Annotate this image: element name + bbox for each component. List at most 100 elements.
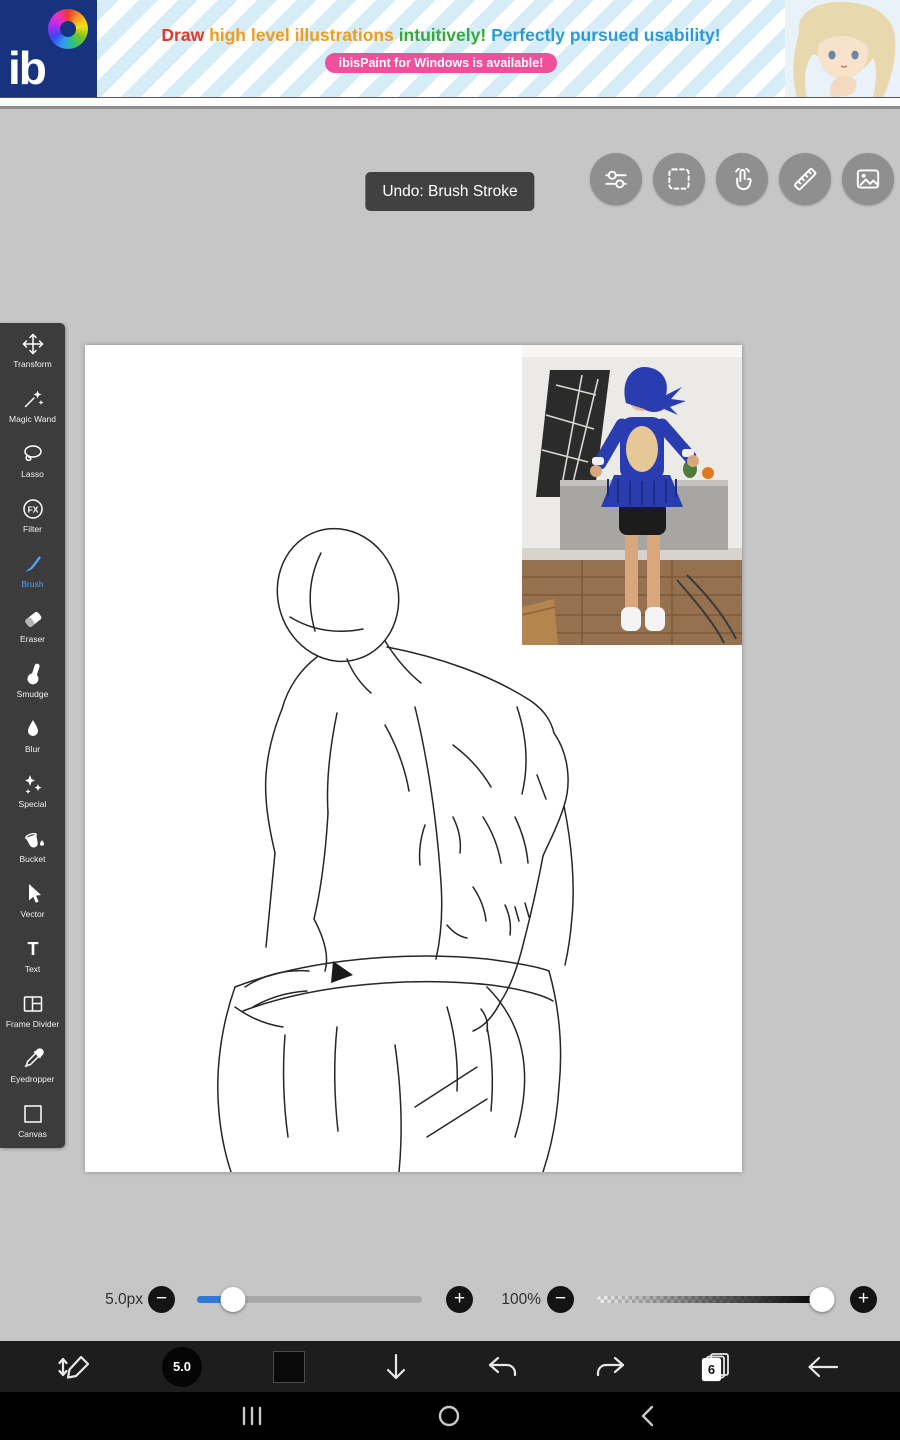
drawing-canvas[interactable] <box>85 345 742 1172</box>
ad-copy: Draw high level illustrations intuitivel… <box>97 0 785 97</box>
tool-special[interactable]: Special <box>0 763 65 818</box>
sparkles-icon <box>24 775 42 794</box>
tool-label: Frame Divider <box>5 1019 60 1029</box>
android-nav-bar <box>0 1392 900 1440</box>
ad-banner[interactable]: ib Draw high level illustrations intuiti… <box>0 0 900 98</box>
tool-sidebar: Transform Magic Wand Lasso FX Filter Bru… <box>0 323 65 1148</box>
magic-wand-icon <box>24 390 43 408</box>
headline-part: Draw <box>161 24 210 45</box>
text-icon: T <box>27 939 38 959</box>
brush-size-number: 5.0 <box>172 1359 192 1374</box>
tool-label: Eraser <box>19 634 46 644</box>
logo-text: ib <box>8 42 47 94</box>
material-button[interactable] <box>842 153 894 205</box>
blur-drop-icon <box>27 720 38 736</box>
brush-size-slider-thumb[interactable] <box>220 1287 246 1312</box>
transform-icon <box>22 333 43 355</box>
tool-magic-wand[interactable]: Magic Wand <box>0 378 65 433</box>
tool-label: Canvas <box>18 1129 47 1139</box>
left-arrow-icon <box>808 1356 839 1377</box>
brush-size-slider[interactable] <box>197 1287 422 1312</box>
tool-eraser[interactable]: Eraser <box>0 598 65 653</box>
tool-label: Lasso <box>21 469 44 479</box>
tool-label: Vector <box>20 909 45 919</box>
brush-size-preview: 5.0 <box>162 1346 202 1387</box>
tool-smudge[interactable]: Smudge <box>0 653 65 708</box>
tool-label: Blur <box>24 744 41 754</box>
tool-label: Brush <box>21 579 44 589</box>
undo-button[interactable] <box>486 1341 520 1392</box>
palette-icon <box>48 9 88 49</box>
tool-filter[interactable]: FX Filter <box>0 488 65 543</box>
current-color-swatch <box>273 1350 305 1383</box>
brush-size-value-label: 5.0px <box>105 1291 143 1308</box>
brush-size-decrease-button[interactable]: − <box>148 1286 175 1313</box>
undo-toast: Undo: Brush Stroke <box>365 172 535 211</box>
svg-text:FX: FX <box>27 505 38 515</box>
tool-label: Text <box>24 964 41 974</box>
ibispaint-app: ib Draw high level illustrations intuiti… <box>0 0 900 1440</box>
collapse-panel-button[interactable] <box>381 1341 411 1392</box>
tool-label: Special <box>18 799 47 809</box>
marquee-select-icon <box>668 168 690 190</box>
color-picker-button[interactable] <box>273 1341 305 1392</box>
opacity-slider[interactable] <box>597 1287 835 1312</box>
nav-back-button[interactable] <box>639 1392 655 1440</box>
recents-icon <box>242 1406 262 1426</box>
headline-part: intuitively! <box>398 24 492 45</box>
tool-bucket[interactable]: Bucket <box>0 818 65 873</box>
svg-text:6: 6 <box>708 1362 715 1377</box>
redo-button[interactable] <box>593 1341 627 1392</box>
tool-canvas[interactable]: Canvas <box>0 1093 65 1148</box>
tool-lasso[interactable]: Lasso <box>0 433 65 488</box>
ibispaint-logo[interactable]: ib <box>0 0 97 97</box>
recents-button[interactable] <box>240 1392 264 1440</box>
top-button-row <box>590 153 894 205</box>
home-icon <box>438 1405 460 1427</box>
tool-text[interactable]: T Text <box>0 928 65 983</box>
brush-size-increase-button[interactable]: + <box>446 1286 473 1313</box>
headline-part: Perfectly pursued usability! <box>491 24 721 45</box>
home-button[interactable] <box>437 1392 461 1440</box>
select-button[interactable] <box>653 153 705 205</box>
tool-eyedropper[interactable]: Eyedropper <box>0 1038 65 1093</box>
brush-size-preview-button[interactable]: 5.0 <box>162 1341 202 1392</box>
toggles-icon <box>605 170 627 189</box>
bucket-icon <box>24 832 44 848</box>
tool-frame-divider[interactable]: Frame Divider <box>0 983 65 1038</box>
back-button[interactable] <box>805 1341 841 1392</box>
back-chevron-icon <box>641 1405 654 1427</box>
redo-icon <box>596 1356 625 1376</box>
tool-blur[interactable]: Blur <box>0 708 65 763</box>
smudge-finger-icon <box>26 663 40 685</box>
layers-button[interactable]: 6 <box>699 1341 733 1392</box>
opacity-decrease-button[interactable]: − <box>547 1286 574 1313</box>
cursor-icon <box>28 884 41 903</box>
down-arrow-icon <box>386 1353 406 1379</box>
tool-brush[interactable]: Brush <box>0 543 65 598</box>
opacity-value-label: 100% <box>501 1291 541 1308</box>
eyedropper-icon <box>24 1048 44 1068</box>
eraser-icon <box>24 611 41 627</box>
tool-vector[interactable]: Vector <box>0 873 65 928</box>
tool-switch-button[interactable] <box>57 1341 93 1392</box>
ruler-button[interactable] <box>779 153 831 205</box>
tool-transform[interactable]: Transform <box>0 323 65 378</box>
opacity-increase-button[interactable]: + <box>850 1286 877 1313</box>
ad-character-image <box>785 0 900 97</box>
opacity-slider-thumb[interactable] <box>809 1287 835 1312</box>
canvas-icon <box>23 1105 42 1123</box>
ruler-icon <box>793 167 817 191</box>
windows-available-badge[interactable]: ibisPaint for Windows is available! <box>324 52 558 73</box>
touch-gesture-button[interactable] <box>716 153 768 205</box>
bottom-toolbar: 5.0 6 <box>0 1341 900 1392</box>
tool-label: Bucket <box>19 854 46 864</box>
material-image-icon <box>856 169 880 189</box>
quick-settings-button[interactable] <box>590 153 642 205</box>
ad-headline: Draw high level illustrations intuitivel… <box>161 25 720 46</box>
reference-photo <box>522 345 742 645</box>
filter-fx-icon: FX <box>22 499 43 519</box>
tool-label: Filter <box>23 524 42 534</box>
touch-icon <box>735 167 752 191</box>
tool-label: Magic Wand <box>9 414 56 424</box>
